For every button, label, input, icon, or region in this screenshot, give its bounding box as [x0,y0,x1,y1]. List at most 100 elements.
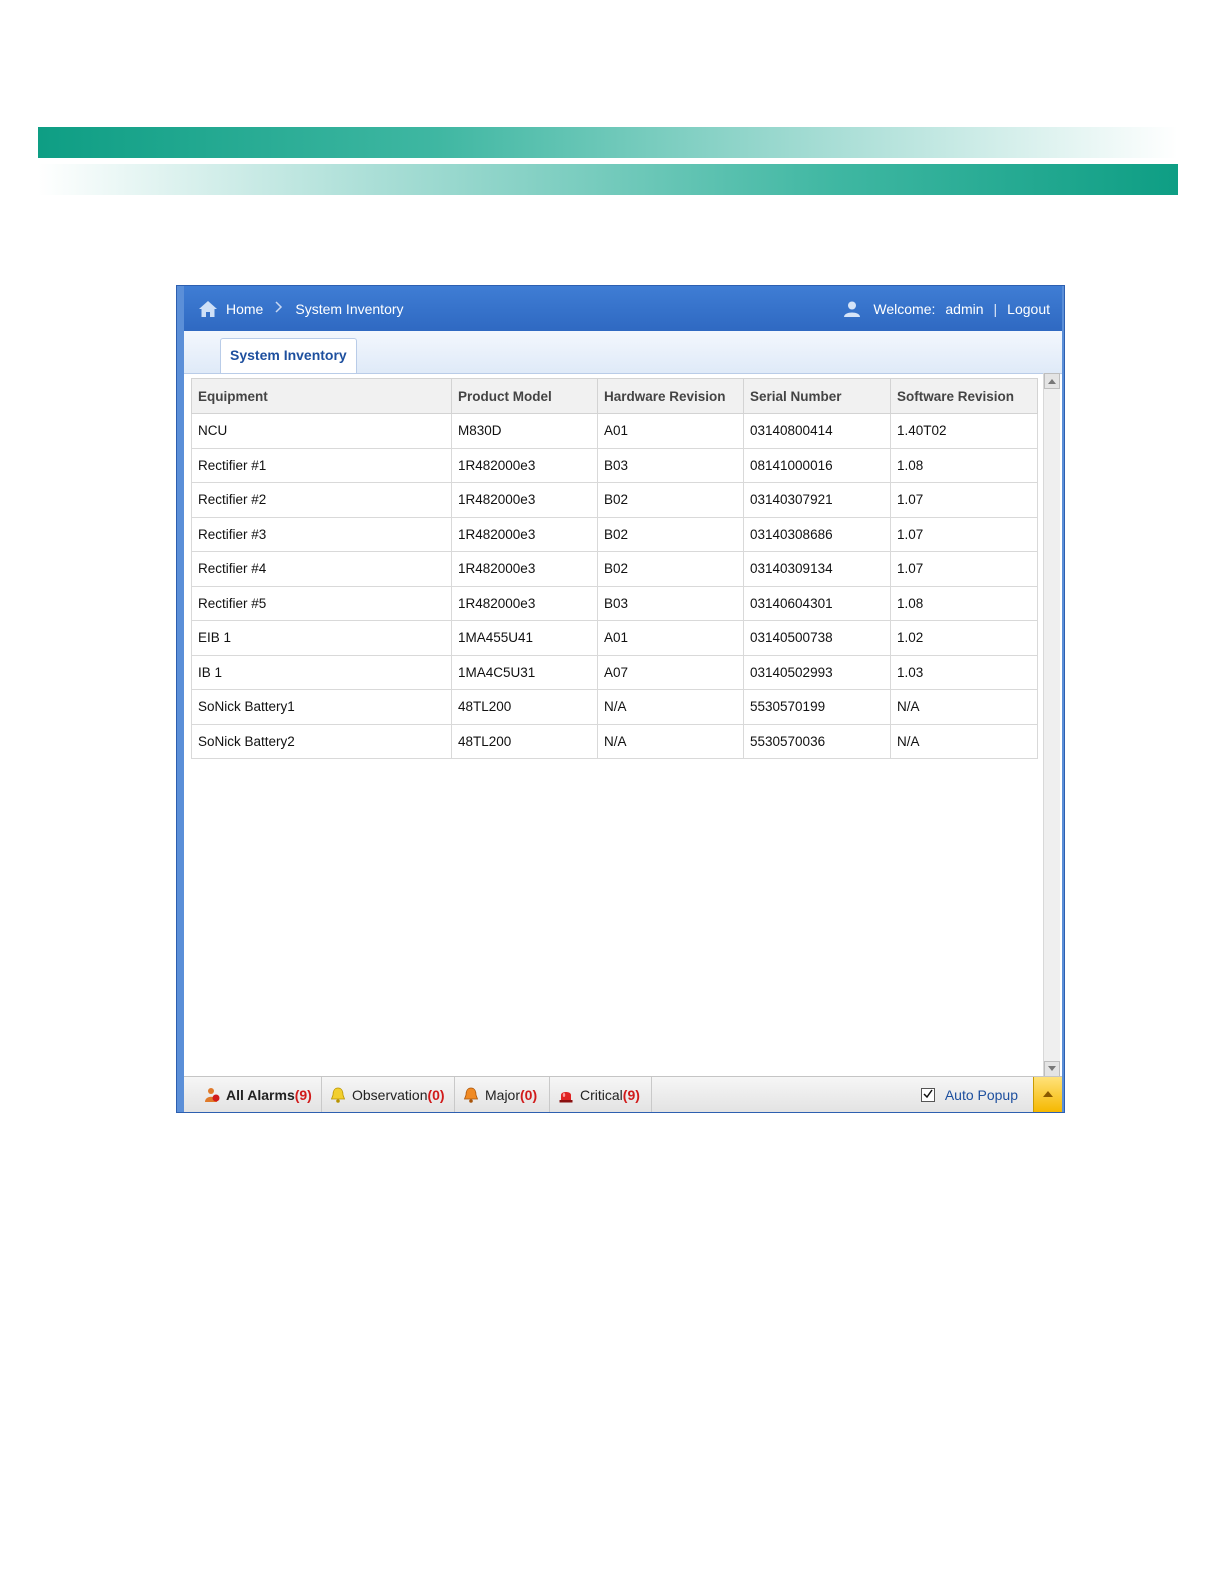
table-row[interactable]: Rectifier #1 1R482000e3 B03 08141000016 … [191,447,1038,483]
cell-product-model: 48TL200 [451,723,598,759]
header-band-bottom [38,164,1178,195]
cell-software-revision: 1.08 [890,585,1038,621]
column-header-serial-number[interactable]: Serial Number [743,378,891,414]
observation-alarms-button[interactable]: Observation (0) [322,1077,455,1112]
critical-count: (9) [622,1086,640,1103]
cell-equipment: Rectifier #4 [191,551,452,587]
cell-serial-number: 08141000016 [743,447,891,483]
cell-hardware-revision: B03 [597,585,744,621]
inventory-table: Equipment Product Model Hardware Revisio… [191,378,1038,759]
scroll-up-button[interactable] [1044,373,1060,389]
major-count: (0) [520,1086,538,1103]
major-label: Major [485,1086,521,1103]
column-header-equipment[interactable]: Equipment [191,378,452,414]
user-area: Welcome: admin | Logout [843,286,1050,331]
orange-bell-icon [463,1087,479,1103]
scroll-up-icon [1048,379,1056,384]
table-row[interactable]: EIB 1 1MA455U41 A01 03140500738 1.02 [191,620,1038,656]
breadcrumb-home-link[interactable]: Home [226,301,263,317]
cell-product-model: M830D [451,413,598,449]
cell-serial-number: 03140604301 [743,585,891,621]
cell-software-revision: N/A [890,689,1038,725]
scroll-down-button[interactable] [1044,1061,1060,1077]
cell-equipment: Rectifier #1 [191,447,452,483]
table-row[interactable]: Rectifier #3 1R482000e3 B02 03140308686 … [191,516,1038,552]
user-divider: | [993,300,998,317]
checkmark-icon [923,1089,933,1098]
auto-popup-label: Auto Popup [944,1086,1018,1103]
chevron-up-icon [1043,1091,1053,1097]
cell-equipment: Rectifier #5 [191,585,452,621]
observation-count: (0) [427,1086,445,1103]
table-row[interactable]: Rectifier #5 1R482000e3 B03 03140604301 … [191,585,1038,621]
cell-equipment: SoNick Battery1 [191,689,452,725]
tab-strip: System Inventory [184,331,1062,374]
cell-hardware-revision: N/A [597,723,744,759]
cell-hardware-revision: A01 [597,413,744,449]
breadcrumb: Home System Inventory [198,286,404,331]
cell-equipment: IB 1 [191,654,452,690]
observation-label: Observation [352,1086,428,1103]
cell-software-revision: 1.07 [890,482,1038,518]
cell-equipment: SoNick Battery2 [191,723,452,759]
cell-software-revision: 1.40T02 [890,413,1038,449]
cell-hardware-revision: N/A [597,689,744,725]
auto-popup-checkbox[interactable] [920,1087,935,1102]
cell-hardware-revision: B02 [597,516,744,552]
table-row[interactable]: Rectifier #4 1R482000e3 B02 03140309134 … [191,551,1038,587]
table-row[interactable]: SoNick Battery1 48TL200 N/A 5530570199 N… [191,689,1038,725]
table-row[interactable]: IB 1 1MA4C5U31 A07 03140502993 1.03 [191,654,1038,690]
table-row[interactable]: Rectifier #2 1R482000e3 B02 03140307921 … [191,482,1038,518]
cell-software-revision: N/A [890,723,1038,759]
table-row[interactable]: SoNick Battery2 48TL200 N/A 5530570036 N… [191,723,1038,759]
cell-serial-number: 03140500738 [743,620,891,656]
breadcrumb-separator [271,300,287,317]
cell-serial-number: 03140308686 [743,516,891,552]
all-alarms-count: (9) [294,1086,312,1103]
auto-popup-toggle[interactable]: Auto Popup [920,1077,1018,1112]
cell-product-model: 1R482000e3 [451,447,598,483]
top-bar: Home System Inventory Welcome: admin | L… [184,286,1062,331]
cell-equipment: Rectifier #3 [191,516,452,552]
welcome-label: Welcome: [873,300,936,317]
cell-product-model: 1R482000e3 [451,516,598,552]
cell-product-model: 1R482000e3 [451,551,598,587]
cell-serial-number: 5530570199 [743,689,891,725]
alarm-bar: All Alarms (9) Observation (0) Major (0)… [184,1076,1062,1112]
vertical-scrollbar[interactable] [1043,373,1060,1077]
cell-software-revision: 1.03 [890,654,1038,690]
critical-alarms-button[interactable]: Critical (9) [550,1077,652,1112]
cell-serial-number: 5530570036 [743,723,891,759]
cell-product-model: 1MA455U41 [451,620,598,656]
critical-label: Critical [580,1086,623,1103]
table-row[interactable]: NCU M830D A01 03140800414 1.40T02 [191,413,1038,449]
cell-hardware-revision: A01 [597,620,744,656]
cell-equipment: Rectifier #2 [191,482,452,518]
column-header-hardware-revision[interactable]: Hardware Revision [597,378,744,414]
scroll-down-icon [1048,1066,1056,1071]
cell-equipment: NCU [191,413,452,449]
cell-product-model: 48TL200 [451,689,598,725]
cell-software-revision: 1.08 [890,447,1038,483]
inventory-grid: Equipment Product Model Hardware Revisio… [191,378,1038,759]
logout-link[interactable]: Logout [1007,301,1050,317]
red-siren-icon [558,1087,574,1103]
home-icon[interactable] [198,300,218,318]
cell-software-revision: 1.07 [890,516,1038,552]
person-alarm-icon [204,1087,220,1103]
cell-hardware-revision: A07 [597,654,744,690]
column-header-software-revision[interactable]: Software Revision [890,378,1038,414]
tab-system-inventory[interactable]: System Inventory [220,338,357,373]
cell-software-revision: 1.02 [890,620,1038,656]
cell-serial-number: 03140800414 [743,413,891,449]
user-icon [843,300,863,318]
cell-hardware-revision: B03 [597,447,744,483]
cell-equipment: EIB 1 [191,620,452,656]
cell-serial-number: 03140309134 [743,551,891,587]
column-header-product-model[interactable]: Product Model [451,378,598,414]
all-alarms-button[interactable]: All Alarms (9) [196,1077,322,1112]
breadcrumb-current: System Inventory [295,300,404,317]
expand-alarms-button[interactable] [1033,1077,1062,1112]
app-content: Home System Inventory Welcome: admin | L… [184,286,1062,1112]
major-alarms-button[interactable]: Major (0) [455,1077,550,1112]
